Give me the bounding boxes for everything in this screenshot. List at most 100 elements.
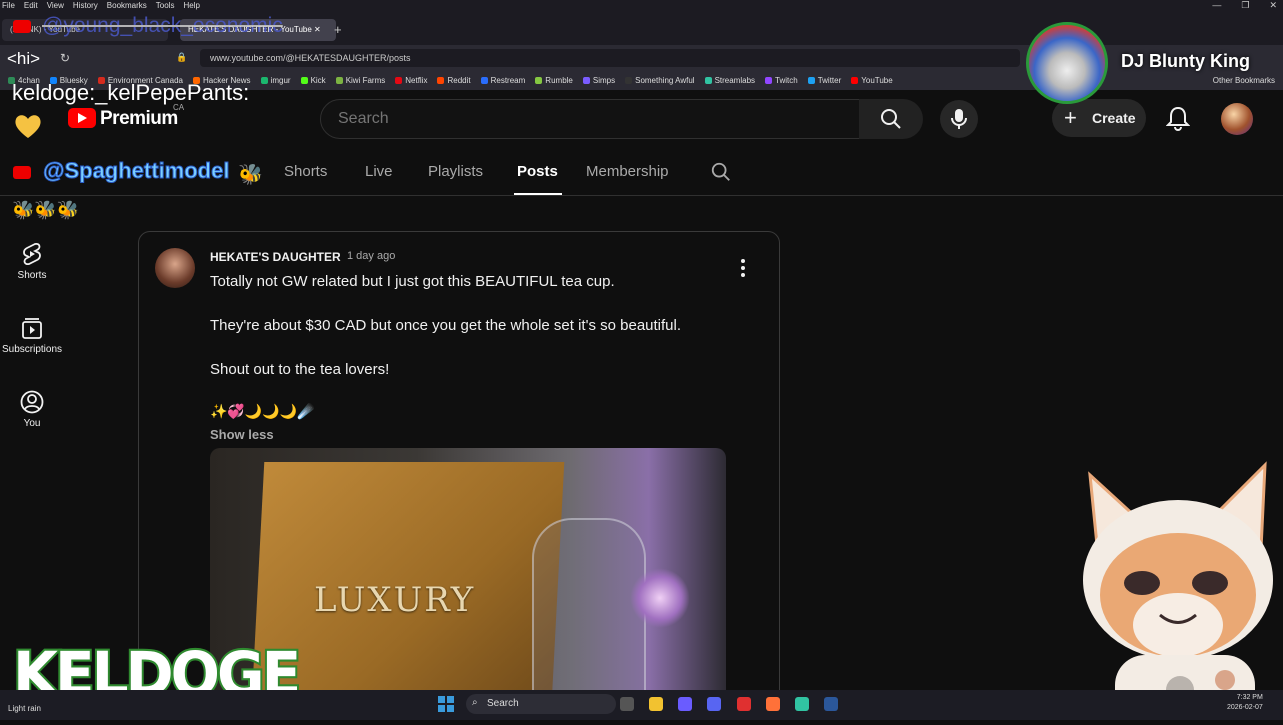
bookmark-label: Rumble xyxy=(545,76,573,85)
new-tab-icon[interactable]: + xyxy=(334,22,342,37)
post-timestamp[interactable]: 1 day ago xyxy=(347,250,395,262)
voice-search-button[interactable] xyxy=(940,100,978,138)
bookmark-favicon-icon xyxy=(582,77,590,84)
lock-icon: 🔒 xyxy=(176,52,188,62)
menu-view[interactable]: View xyxy=(47,0,64,11)
bookmark-item[interactable]: Restream xyxy=(480,71,525,90)
bookmark-item[interactable]: Reddit xyxy=(437,71,471,90)
search-input[interactable] xyxy=(336,109,740,129)
bookmark-favicon-icon xyxy=(260,77,268,84)
youtube-premium-label[interactable]: Premium xyxy=(100,108,178,130)
menu-help[interactable]: Help xyxy=(183,0,199,11)
streamlabs-icon[interactable] xyxy=(795,697,809,711)
sidebar-item-you[interactable]: You xyxy=(0,390,64,429)
more-options-icon[interactable] xyxy=(739,258,747,283)
luxury-box-photo xyxy=(251,462,565,693)
post-text: Totally not GW related but I just got th… xyxy=(210,273,615,290)
bookmark-item[interactable]: Twitter xyxy=(807,71,842,90)
word-icon[interactable] xyxy=(824,697,838,711)
box-label: LUXURY xyxy=(314,580,476,620)
menu-file[interactable]: File xyxy=(2,0,15,11)
play-icon xyxy=(78,113,87,123)
menu-bookmarks[interactable]: Bookmarks xyxy=(107,0,147,11)
bookmark-label: Simps xyxy=(592,76,616,85)
overlay-youtube-icon xyxy=(13,166,31,179)
windows-taskbar xyxy=(0,690,1283,720)
url-text[interactable]: www.youtube.com/@HEKATESDAUGHTER/posts xyxy=(210,53,411,63)
task-view-icon[interactable] xyxy=(620,697,634,711)
bookmark-item[interactable]: YouTube xyxy=(851,71,893,90)
bookmark-item[interactable]: Rumble xyxy=(535,71,573,90)
minimize-icon[interactable]: — xyxy=(1212,0,1221,10)
bee-icon: 🐝 xyxy=(238,164,263,186)
sidebar-item-label: Subscriptions xyxy=(1,344,63,355)
bookmark-item[interactable]: Kick xyxy=(300,71,326,90)
bookmark-item[interactable]: imgur xyxy=(260,71,291,90)
reload-icon[interactable]: ↻ xyxy=(60,51,70,65)
plus-icon: + xyxy=(1064,105,1077,130)
bookmark-favicon-icon xyxy=(704,77,712,84)
shorts-icon xyxy=(23,242,41,266)
overlay-spaghetti-handle: @Spaghettimodel xyxy=(42,158,230,184)
menu-tools[interactable]: Tools xyxy=(156,0,175,11)
bookmark-favicon-icon xyxy=(535,77,543,84)
bookmark-item[interactable]: Kiwi Farms xyxy=(335,71,385,90)
bookmark-label: Reddit xyxy=(447,76,471,85)
post-author-avatar[interactable] xyxy=(155,248,195,288)
tab-membership[interactable]: Membership xyxy=(586,163,669,180)
bookmark-label: Kick xyxy=(310,76,326,85)
overlay-handle: @young_black_economic xyxy=(42,14,283,37)
tab-live[interactable]: Live xyxy=(365,163,393,180)
flower-photo xyxy=(630,568,690,628)
post-author-name[interactable]: HEKATE'S DAUGHTER xyxy=(210,250,341,264)
notifications-bell-icon[interactable] xyxy=(1165,106,1191,137)
weather-widget[interactable]: Light rain xyxy=(8,704,41,713)
sidebar-item-subscriptions[interactable]: Subscriptions xyxy=(0,316,64,355)
close-tab-icon[interactable]: ✕ xyxy=(314,25,321,34)
tab-playlists[interactable]: Playlists xyxy=(428,163,483,180)
menu-edit[interactable]: Edit xyxy=(24,0,38,11)
other-bookmarks[interactable]: Other Bookmarks xyxy=(1213,71,1275,90)
bookmark-item[interactable]: Something Awful xyxy=(625,71,695,90)
maximize-icon[interactable]: ❐ xyxy=(1241,0,1249,10)
taskbar-clock[interactable]: 7:32 PM 2026-02-07 xyxy=(1227,693,1263,713)
bookmark-item[interactable]: Netflix xyxy=(395,71,427,90)
copilot-icon[interactable] xyxy=(678,697,692,711)
show-less-button[interactable]: Show less xyxy=(210,427,274,442)
bookmark-item[interactable]: Streamlabs xyxy=(704,71,755,90)
post-emojis: ✨💞🌙🌙🌙☄️ xyxy=(210,403,315,419)
bookmark-favicon-icon xyxy=(625,77,633,84)
bees-emote: 🐝🐝🐝 xyxy=(12,200,80,220)
tea-cup-photo xyxy=(532,518,646,693)
bookmark-favicon-icon xyxy=(480,77,488,84)
file-explorer-icon[interactable] xyxy=(649,697,663,711)
bookmark-favicon-icon xyxy=(335,77,343,84)
bookmark-favicon-icon xyxy=(807,77,815,84)
bookmark-label: Twitter xyxy=(817,76,842,85)
search-icon xyxy=(881,109,901,129)
tab-posts[interactable]: Posts xyxy=(517,163,558,180)
create-button[interactable]: + Create xyxy=(1052,99,1146,137)
account-avatar[interactable] xyxy=(1221,103,1253,135)
dj-avatar xyxy=(1026,22,1108,104)
discord-icon[interactable] xyxy=(707,697,721,711)
subscriptions-icon xyxy=(22,318,42,339)
windows-start-icon[interactable] xyxy=(438,696,454,712)
bookmark-item[interactable]: Simps xyxy=(582,71,616,90)
window-controls: — ❐ ✕ xyxy=(1192,0,1277,11)
overlay-hi-text: <hi> xyxy=(7,49,41,68)
search-button[interactable] xyxy=(859,99,923,139)
overlay-youtube-icon xyxy=(13,20,31,33)
app-icon[interactable] xyxy=(737,697,751,711)
close-window-icon[interactable]: ✕ xyxy=(1269,0,1277,10)
bookmark-label: Something Awful xyxy=(635,76,695,85)
channel-search-icon[interactable] xyxy=(710,161,732,188)
sidebar-item-label: Shorts xyxy=(17,270,47,281)
firefox-icon[interactable] xyxy=(766,697,780,711)
bookmark-favicon-icon xyxy=(300,77,308,84)
menu-history[interactable]: History xyxy=(73,0,98,11)
sidebar-item-shorts[interactable]: Shorts xyxy=(0,242,64,281)
clock-date: 2026-02-07 xyxy=(1227,704,1263,711)
tab-shorts[interactable]: Shorts xyxy=(284,163,327,180)
bookmark-item[interactable]: Twitch xyxy=(765,71,798,90)
